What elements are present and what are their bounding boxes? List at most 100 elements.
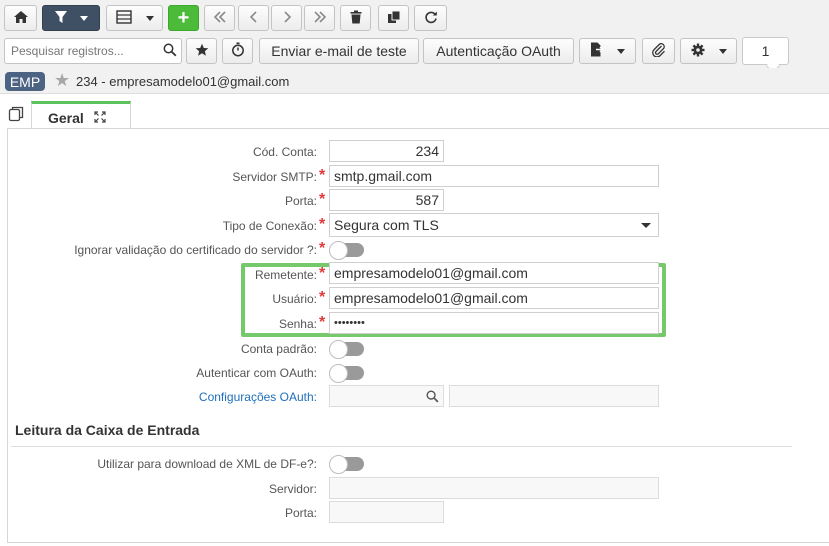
search-icon[interactable] xyxy=(426,390,439,406)
delete-button[interactable] xyxy=(340,5,371,31)
favorite-button[interactable] xyxy=(186,38,217,64)
timer-button[interactable] xyxy=(222,38,253,64)
tipo-conexao-value: Segura com TLS xyxy=(334,217,439,233)
chevron-down-icon xyxy=(641,223,651,228)
cod-conta-value: 234 xyxy=(415,143,439,159)
chevron-down-icon xyxy=(80,15,88,21)
chevron-down-icon xyxy=(145,15,154,21)
servidor-smtp-label: Servidor SMTP: xyxy=(232,170,317,184)
download-xml-toggle[interactable] xyxy=(329,455,364,474)
stopwatch-icon xyxy=(231,42,245,60)
inbox-servidor-input[interactable] xyxy=(329,477,659,499)
double-chevron-right-icon xyxy=(313,10,327,26)
config-oauth-description xyxy=(449,385,659,407)
home-icon xyxy=(13,10,29,27)
remetente-value: empresamodelo01@gmail.com xyxy=(334,265,528,281)
porta-label: Porta: xyxy=(284,194,317,208)
remetente-input[interactable]: empresamodelo01@gmail.com xyxy=(329,262,659,284)
tab-geral[interactable]: Geral xyxy=(31,101,131,129)
section-divider xyxy=(11,446,792,447)
window-copy-icon[interactable] xyxy=(8,106,24,125)
tipo-conexao-label: Tipo de Conexão: xyxy=(222,219,317,233)
senha-value: •••••••• xyxy=(334,317,365,329)
remetente-label: Remetente: xyxy=(254,268,317,282)
tab-label: Geral xyxy=(48,110,84,126)
ignorar-certificado-label: Ignorar validação do certificado do serv… xyxy=(74,243,317,257)
inbox-porta-label: Porta: xyxy=(284,506,317,520)
home-button[interactable] xyxy=(4,5,37,31)
search-input[interactable] xyxy=(9,42,157,60)
settings-button[interactable] xyxy=(680,38,737,64)
oauth-authentication-label: Autenticação OAuth xyxy=(436,43,561,59)
copy-icon xyxy=(387,10,401,27)
ignorar-certificado-toggle[interactable] xyxy=(329,241,364,260)
tipo-conexao-select[interactable]: Segura com TLS xyxy=(329,213,659,237)
oauth-authentication-button[interactable]: Autenticação OAuth xyxy=(423,38,574,64)
last-record-button[interactable] xyxy=(304,5,335,31)
autenticar-oauth-toggle[interactable] xyxy=(329,364,364,383)
chevron-down-icon xyxy=(617,48,625,54)
expand-icon[interactable] xyxy=(94,111,106,126)
cod-conta-field[interactable]: 234 xyxy=(329,140,444,162)
config-oauth-lookup[interactable] xyxy=(329,385,444,407)
senha-input[interactable]: •••••••• xyxy=(329,312,659,334)
conta-padrao-toggle[interactable] xyxy=(329,340,364,359)
gear-icon xyxy=(691,43,705,60)
usuario-input[interactable]: empresamodelo01@gmail.com xyxy=(329,287,659,309)
trash-icon xyxy=(350,10,362,27)
inbox-section-title: Leitura da Caixa de Entrada xyxy=(15,422,200,438)
refresh-button[interactable] xyxy=(414,5,447,31)
send-test-email-button[interactable]: Enviar e-mail de teste xyxy=(259,38,419,64)
send-test-email-label: Enviar e-mail de teste xyxy=(271,43,407,59)
download-xml-label: Utilizar para download de XML de DF-e?: xyxy=(97,457,317,471)
inbox-servidor-label: Servidor: xyxy=(268,482,317,496)
filter-button[interactable] xyxy=(42,5,100,31)
inbox-porta-input[interactable] xyxy=(329,501,444,523)
view-mode-button[interactable] xyxy=(106,5,163,31)
duplicate-button[interactable] xyxy=(378,5,409,31)
cod-conta-label: Cód. Conta: xyxy=(252,145,317,159)
search-icon[interactable] xyxy=(163,43,177,60)
export-button[interactable] xyxy=(579,38,636,64)
chevron-right-icon xyxy=(282,10,292,26)
refresh-icon xyxy=(424,10,438,27)
plus-icon: + xyxy=(177,6,190,29)
porta-value: 587 xyxy=(415,192,439,208)
star-icon[interactable]: ★ xyxy=(54,71,70,89)
usuario-value: empresamodelo01@gmail.com xyxy=(334,290,528,306)
add-record-button[interactable]: + xyxy=(168,5,199,31)
porta-input[interactable]: 587 xyxy=(329,189,444,211)
conta-padrao-label: Conta padrão: xyxy=(240,342,317,356)
required-asterisk: * xyxy=(319,314,326,331)
search-box[interactable] xyxy=(4,38,182,64)
entity-badge-label: EMP xyxy=(9,73,41,90)
servidor-smtp-value: smtp.gmail.com xyxy=(334,168,433,184)
chevron-down-icon xyxy=(718,48,727,54)
previous-record-button[interactable] xyxy=(238,5,269,31)
filter-icon xyxy=(54,10,68,27)
page-indicator[interactable]: 1 xyxy=(742,37,789,65)
chevron-left-icon xyxy=(249,10,259,26)
required-asterisk: * xyxy=(319,240,326,257)
first-record-button[interactable] xyxy=(204,5,235,31)
senha-label: Senha: xyxy=(278,317,317,331)
next-record-button[interactable] xyxy=(271,5,302,31)
record-title: 234 - empresamodelo01@gmail.com xyxy=(76,74,290,89)
config-oauth-link[interactable]: Configurações OAuth: xyxy=(199,390,317,404)
file-export-icon xyxy=(590,42,604,60)
required-asterisk: * xyxy=(319,191,326,208)
list-view-icon xyxy=(115,9,132,27)
double-chevron-left-icon xyxy=(213,10,227,26)
usuario-label: Usuário: xyxy=(272,292,317,306)
servidor-smtp-input[interactable]: smtp.gmail.com xyxy=(329,165,659,187)
required-asterisk: * xyxy=(319,216,326,233)
required-asterisk: * xyxy=(319,265,326,282)
required-asterisk: * xyxy=(319,289,326,306)
required-asterisk: * xyxy=(319,167,326,184)
paperclip-icon xyxy=(651,42,666,60)
star-icon xyxy=(195,43,209,60)
page-number: 1 xyxy=(761,43,770,59)
autenticar-oauth-label: Autenticar com OAuth: xyxy=(196,366,317,380)
attachment-button[interactable] xyxy=(642,38,675,64)
entity-badge: EMP xyxy=(5,72,45,91)
